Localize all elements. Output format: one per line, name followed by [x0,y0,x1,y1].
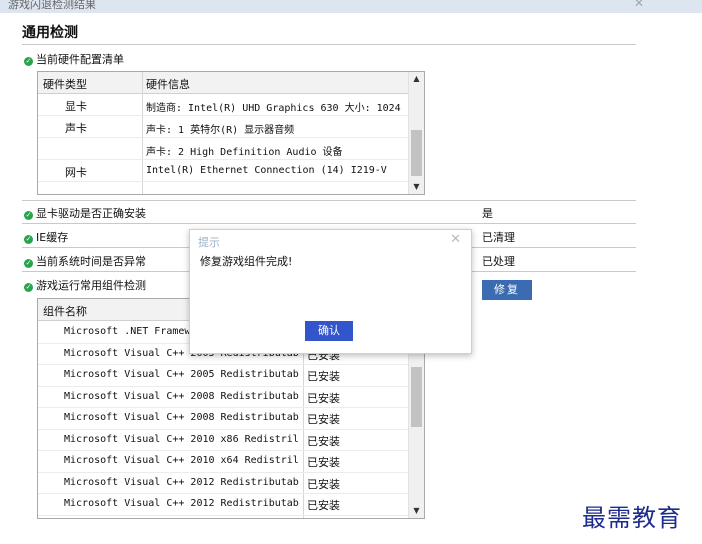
check-game-components: ✓ 游戏运行常用组件检测 [24,277,146,293]
scroll-thumb[interactable] [411,367,422,427]
watermark: 最需教育 [582,504,682,532]
row-divider [38,115,408,116]
scroll-thumb[interactable] [411,130,422,176]
scroll-down-icon[interactable]: ▼ [409,180,424,194]
scroll-down-icon[interactable]: ▼ [409,504,424,518]
hardware-row-info: 制造商: Intel(R) UHD Graphics 630 大小: 1024 [146,103,401,114]
row-divider [38,364,408,365]
component-status: 已安装 [307,477,340,491]
hardware-check: ✓ 当前硬件配置清单 [24,51,124,67]
check-circle-icon: ✓ [24,235,33,244]
row-divider [38,514,408,516]
check-value: 已处理 [482,255,515,268]
dialog-message: 修复游戏组件完成! [200,255,293,268]
component-name: Microsoft Visual C++ 2012 Redistributab [64,498,299,509]
components-header-name: 组件名称 [43,305,87,318]
component-name: Microsoft Visual C++ 2010 x86 Redistril [64,433,299,445]
hardware-header-info: 硬件信息 [146,78,190,91]
check-label: 游戏运行常用组件检测 [36,279,146,292]
check-circle-icon: ✓ [24,259,33,268]
row-divider [38,471,408,473]
scroll-up-icon[interactable]: ▲ [409,72,424,86]
component-status: 已安装 [307,434,340,448]
row-divider [38,385,408,387]
repair-button[interactable]: 修复 [482,280,532,300]
section-title: 通用检测 [22,25,78,41]
dialog-confirm-button[interactable]: 确认 [305,321,353,341]
row-divider [22,223,636,224]
row-divider [38,181,408,182]
check-gpu-driver: ✓ 显卡驱动是否正确安装 [24,205,146,221]
hardware-row-info: Intel(R) Ethernet Connection (14) I219-V [146,165,387,176]
component-name: Microsoft Visual C++ 2008 Redistributab [64,412,299,423]
component-name: Microsoft Visual C++ 2012 Redistributab [64,476,299,488]
component-status: 已安装 [307,391,340,405]
component-name: Microsoft Visual C++ 2010 x64 Redistril [64,455,299,466]
hardware-table: 硬件类型 硬件信息 显卡 制造商: Intel(R) UHD Graphics … [37,71,425,195]
window-title: 游戏闪退检测结果 [8,0,96,11]
hardware-scrollbar[interactable]: ▲ ▼ [408,72,424,194]
check-circle-icon: ✓ [24,283,33,292]
prompt-dialog: 提示 ✕ 修复游戏组件完成! 确认 [189,229,472,354]
hardware-row-type: 声卡 [65,122,87,135]
hardware-header-type: 硬件类型 [43,78,87,91]
row-divider [38,493,408,494]
check-ie-cache: ✓ IE缓存 [24,229,68,245]
component-status: 已安装 [307,499,340,512]
check-circle-icon: ✓ [24,57,33,66]
hardware-row-info: 声卡: 1 英特尔(R) 显示器音频 [146,125,295,136]
row-divider [38,450,408,451]
check-label: IE缓存 [36,231,69,244]
component-name: Microsoft Visual C++ 2005 Redistributab [64,369,299,380]
hardware-row-type: 网卡 [65,166,87,179]
hardware-row-info: 声卡: 2 High Definition Audio 设备 [146,147,343,158]
row-divider [38,428,408,430]
hardware-table-header [38,72,408,94]
component-status: 已安装 [307,413,340,426]
column-divider [142,72,143,194]
hardware-label: 当前硬件配置清单 [36,53,124,66]
component-status: 已安装 [307,456,340,469]
hardware-row-type: 显卡 [65,100,87,113]
check-circle-icon: ✓ [24,211,33,220]
dialog-close-icon[interactable]: ✕ [450,232,461,247]
section-divider [22,44,636,45]
component-name: Microsoft Visual C++ 2008 Redistributab [64,390,299,402]
row-divider [38,159,408,160]
dialog-title: 提示 [198,236,220,249]
row-divider [22,200,636,201]
check-system-time: ✓ 当前系统时间是否异常 [24,253,146,269]
row-divider [38,137,408,138]
check-label: 当前系统时间是否异常 [36,255,146,268]
title-bar: 游戏闪退检测结果 ✕ [0,0,702,13]
window-close-icon[interactable]: ✕ [634,0,644,10]
component-status: 已安装 [307,370,340,383]
check-label: 显卡驱动是否正确安装 [36,207,146,220]
check-value: 是 [482,207,493,220]
check-value: 已清理 [482,231,515,244]
row-divider [38,407,408,408]
